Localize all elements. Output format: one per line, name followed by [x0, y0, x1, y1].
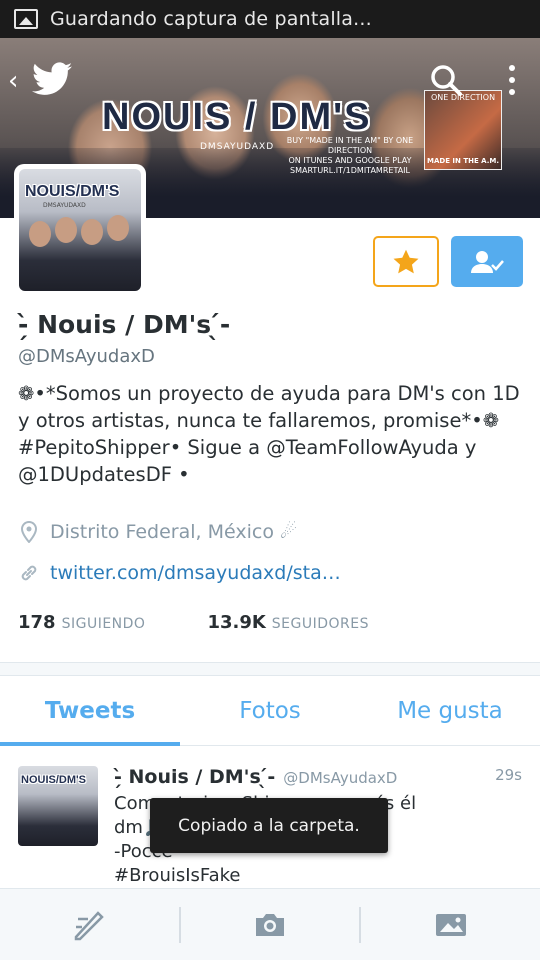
avatar-face: [107, 215, 129, 241]
star-icon: [393, 249, 419, 273]
profile-handle: @DMsAyudaxD: [18, 346, 155, 367]
profile-stats: 178 SIGUIENDO 13.9K SEGUIDORES: [18, 612, 369, 633]
banner-title: NOUIS / DM'S: [102, 96, 372, 138]
search-icon[interactable]: [428, 62, 464, 98]
image-icon: [435, 913, 466, 936]
banner-promo: BUY "MADE IN THE AM" BY ONE DIRECTION ON…: [270, 136, 430, 176]
tweet-avatar-title: NOUIS/DM'S: [21, 774, 86, 786]
tab-tweets[interactable]: Tweets: [0, 676, 180, 746]
avatar-face: [29, 221, 51, 247]
profile-bio: ❁•*Somos un proyecto de ayuda para DM's …: [18, 382, 520, 486]
user-check-icon: [471, 250, 504, 273]
banner-promo-line: SMARTURL.IT/1DMITAMRETAIL: [290, 166, 410, 175]
camera-icon: [256, 913, 284, 936]
location-pin-icon: [18, 520, 40, 544]
avatar-face: [81, 219, 103, 245]
avatar-title: NOUIS/DM'S: [25, 183, 120, 200]
screenshot-icon: [14, 9, 38, 29]
twitter-bird-icon[interactable]: [32, 62, 72, 96]
compose-icon: [75, 910, 105, 940]
following-count[interactable]: 178: [18, 612, 56, 633]
link-text[interactable]: twitter.com/dmsayudaxd/sta…: [50, 562, 341, 584]
profile-name: -̗̀ Nouis / DM's ̖́-: [18, 310, 231, 339]
tweet-time: 29s: [495, 766, 522, 784]
following-label[interactable]: SIGUIENDO: [62, 616, 146, 632]
banner-promo-line: ON ITUNES AND GOOGLE PLAY: [288, 156, 412, 165]
compose-button[interactable]: [0, 889, 179, 960]
tweet-author-name[interactable]: -̗̀ Nouis / DM's ̖́-: [114, 766, 275, 788]
gallery-button[interactable]: [361, 889, 540, 960]
banner-subtitle: DMSAYUDAXD: [200, 142, 275, 152]
album-cover: ONE DIRECTION MADE IN THE A.M.: [424, 90, 502, 170]
followers-label[interactable]: SEGUIDORES: [272, 616, 369, 632]
following-button[interactable]: [451, 236, 523, 287]
tab-me-gusta[interactable]: Me gusta: [360, 676, 540, 745]
bottom-compose-bar: [0, 888, 540, 960]
overflow-menu-icon[interactable]: [500, 62, 524, 98]
profile-link[interactable]: twitter.com/dmsayudaxd/sta…: [18, 561, 341, 585]
avatar-face: [55, 217, 77, 243]
tweet-avatar[interactable]: NOUIS/DM'S: [18, 766, 98, 846]
tweet-author-handle: @DMsAyudaxD: [283, 769, 398, 787]
tab-fotos[interactable]: Fotos: [180, 676, 360, 745]
section-divider: [0, 662, 540, 676]
link-icon: [18, 561, 40, 585]
status-text: Guardando captura de pantalla...: [50, 8, 372, 30]
system-status-bar: Guardando captura de pantalla...: [0, 0, 540, 38]
favorite-button[interactable]: [373, 236, 439, 287]
banner-promo-line: BUY "MADE IN THE AM" BY ONE DIRECTION: [286, 136, 414, 155]
avatar-subtitle: DMSAYUDAXD: [43, 202, 86, 209]
chevron-left-icon[interactable]: ‹: [8, 68, 18, 94]
profile-tabs: Tweets Fotos Me gusta: [0, 676, 540, 746]
toast-message: Copiado a la carpeta.: [150, 798, 388, 853]
tweet-header: -̗̀ Nouis / DM's ̖́- @DMsAyudaxD: [114, 766, 397, 788]
followers-count[interactable]: 13.9K: [207, 612, 265, 633]
tweet-hashtag[interactable]: #BrouisIsFake: [114, 864, 524, 888]
location-text: Distrito Federal, México ☄: [50, 521, 298, 543]
profile-avatar[interactable]: NOUIS/DM'S DMSAYUDAXD: [14, 164, 146, 296]
profile-location: Distrito Federal, México ☄: [18, 520, 297, 544]
avatar: NOUIS/DM'S DMSAYUDAXD: [19, 169, 141, 291]
album-title: MADE IN THE A.M.: [427, 157, 499, 165]
camera-button[interactable]: [181, 889, 360, 960]
